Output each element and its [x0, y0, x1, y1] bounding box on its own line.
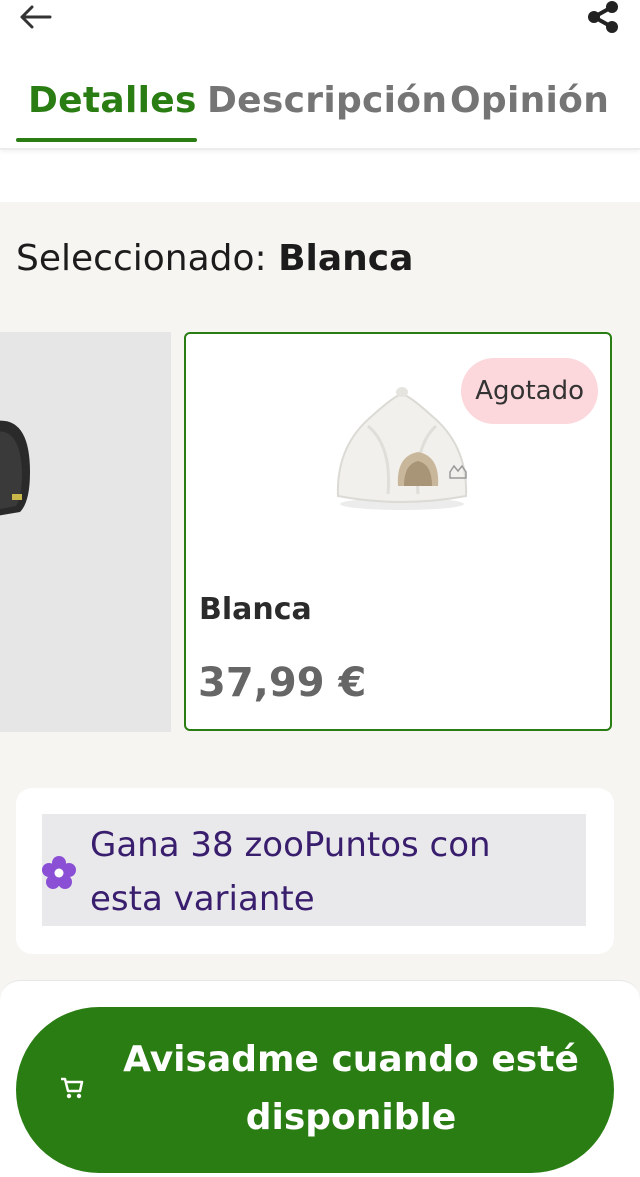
- tab-descripcion[interactable]: Descripción: [207, 80, 447, 121]
- variant-section: Seleccionado: Blanca Agotado Blanca 37,9…: [0, 202, 640, 1177]
- out-of-stock-badge: Agotado: [461, 358, 598, 424]
- selected-variant-label: Seleccionado: Blanca: [16, 238, 413, 279]
- tab-opinion[interactable]: Opinión: [450, 80, 609, 121]
- share-button[interactable]: [580, 0, 620, 34]
- selected-value: Blanca: [278, 238, 414, 279]
- variant-name: Blanca: [199, 592, 312, 627]
- cart-icon: [61, 1077, 84, 1099]
- tab-bar: Detalles Descripción Opinión: [0, 72, 640, 150]
- active-tab-indicator: [16, 138, 197, 142]
- selected-prefix: Seleccionado:: [16, 238, 267, 279]
- notify-when-available-button[interactable]: Avisadme cuando esté disponible: [16, 1007, 614, 1173]
- footer-bar: Avisadme cuando esté disponible: [0, 980, 640, 1177]
- arrow-left-icon: [20, 5, 52, 29]
- zoopoints-text: Gana 38 zooPuntos con esta variante: [90, 825, 491, 919]
- product-image-white: [336, 387, 468, 510]
- notify-button-label: Avisadme cuando esté disponible: [123, 1039, 579, 1138]
- top-bar: [0, 0, 640, 40]
- tab-detalles[interactable]: Detalles: [28, 80, 197, 121]
- flower-badge-icon: [42, 856, 76, 889]
- product-image-black: [0, 420, 30, 516]
- zoopoints-banner: Gana 38 zooPuntos con esta variante: [42, 814, 586, 926]
- variant-card-previous[interactable]: [0, 332, 171, 732]
- back-button[interactable]: [18, 0, 58, 34]
- zoopoints-box: Gana 38 zooPuntos con esta variante: [16, 788, 614, 954]
- variant-price: 37,99 €: [198, 660, 367, 706]
- share-icon: [588, 1, 618, 33]
- variant-card-blanca[interactable]: Agotado Blanca 37,99 €: [184, 332, 612, 731]
